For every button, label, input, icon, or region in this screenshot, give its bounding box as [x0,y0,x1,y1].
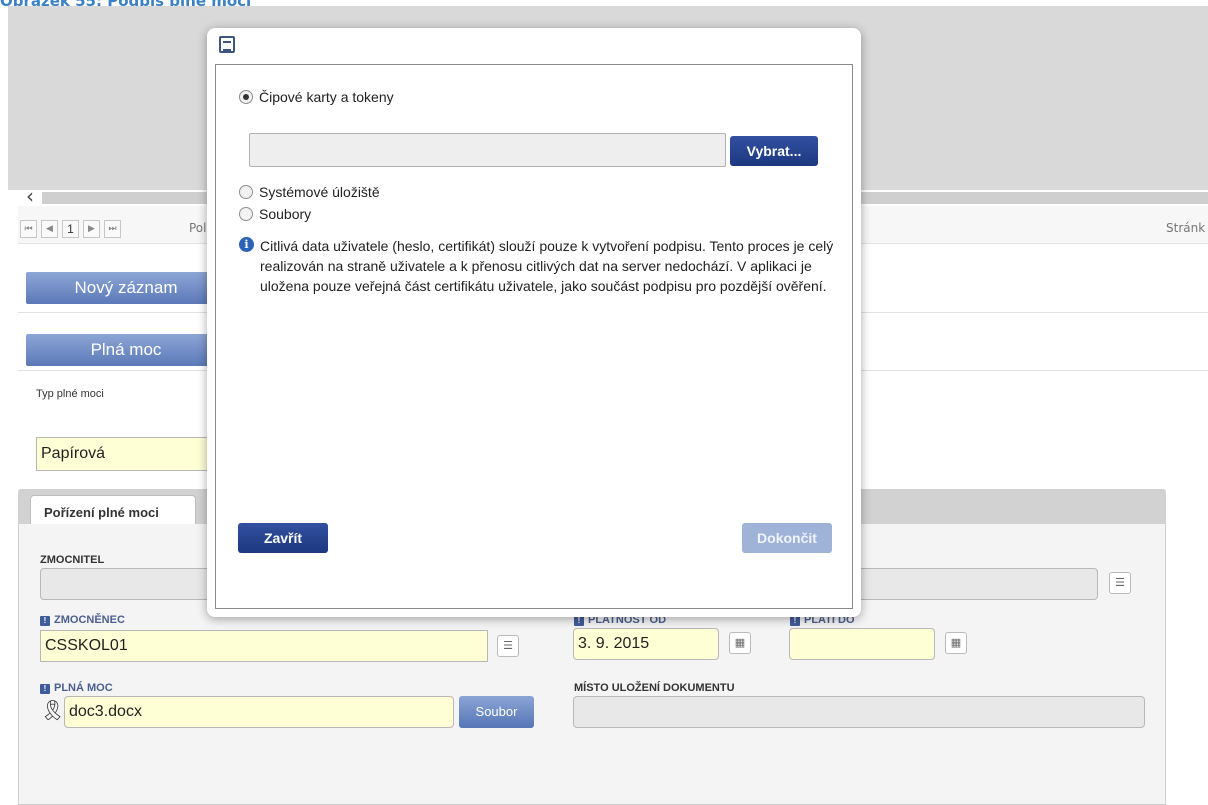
zmocnenec-list-icon[interactable]: ☰ [497,635,519,657]
required-icon: ! [40,684,50,694]
option-system-store-label: Systémové úložiště [259,184,380,200]
type-label: Typ plné moci [36,388,104,400]
window-icon [219,36,235,53]
zmocnenec-label-text: ZMOCNĚNEC [54,614,125,626]
pager-right-label: Stránk [1166,221,1206,235]
dialog-body: Čipové karty a tokeny Vybrat... Systémov… [215,64,853,609]
radio-checked-icon[interactable] [239,90,253,104]
next-page-icon[interactable]: ▶ [83,220,100,238]
zmocnenec-label: ! ZMOCNĚNEC [40,614,125,626]
option-files[interactable]: Soubory [239,206,311,222]
type-field[interactable]: Papírová [36,437,216,471]
option-smartcards[interactable]: Čipové karty a tokeny [239,89,394,105]
plna-moc-label: ! PLNÁ MOC [40,682,113,694]
info-icon: i [239,237,254,252]
page-number[interactable]: 1 [62,220,79,238]
signature-dialog: Čipové karty a tokeny Vybrat... Systémov… [207,28,861,617]
soubor-button[interactable]: Soubor [459,696,534,728]
calendar-icon[interactable]: ▦ [729,632,751,654]
prev-page-icon[interactable]: ◀ [41,220,58,238]
required-icon: ! [40,616,50,626]
radio-icon[interactable] [239,207,253,221]
required-icon: ! [574,616,584,626]
power-of-attorney-button[interactable]: Plná moc [26,334,226,366]
plna-moc-label-text: PLNÁ MOC [54,682,113,694]
zmocnenec-field[interactable]: CSSKOL01 [40,630,488,662]
misto-ulozeni-field[interactable] [573,696,1145,728]
platnost-od-field[interactable]: 3. 9. 2015 [573,628,719,660]
plna-moc-field[interactable]: doc3.docx [64,696,454,728]
radio-icon[interactable] [239,185,253,199]
pager-left-label: Pol [189,221,207,235]
back-chevron-icon[interactable]: ‹ [26,186,34,206]
option-files-label: Soubory [259,206,312,222]
close-button[interactable]: Zavřít [238,523,328,553]
certificate-input[interactable] [249,133,726,167]
option-smartcards-label: Čipové karty a tokeny [259,89,394,105]
tab-porizeni[interactable]: Pořízení plné moci [30,495,196,527]
required-icon: ! [790,616,800,626]
certificate-ribbon-icon: 🎗 [40,698,66,722]
first-page-icon[interactable]: ⏮ [20,220,37,238]
zmocnitel-list-icon[interactable]: ☰ [1109,572,1131,594]
new-record-button[interactable]: Nový záznam [26,272,226,304]
misto-ulozeni-label: MÍSTO ULOŽENÍ DOKUMENTU [574,682,735,694]
select-button[interactable]: Vybrat... [730,136,818,166]
option-system-store[interactable]: Systémové úložiště [239,184,380,200]
last-page-icon[interactable]: ⏭ [104,220,121,238]
finish-button[interactable]: Dokončit [742,523,832,553]
calendar-icon[interactable]: ▦ [945,632,967,654]
info-text: Citlivá data uživatele (heslo, certifiká… [260,238,834,294]
plati-do-field[interactable] [789,628,935,660]
zmocnitel-label: ZMOCNITEL [40,554,105,566]
